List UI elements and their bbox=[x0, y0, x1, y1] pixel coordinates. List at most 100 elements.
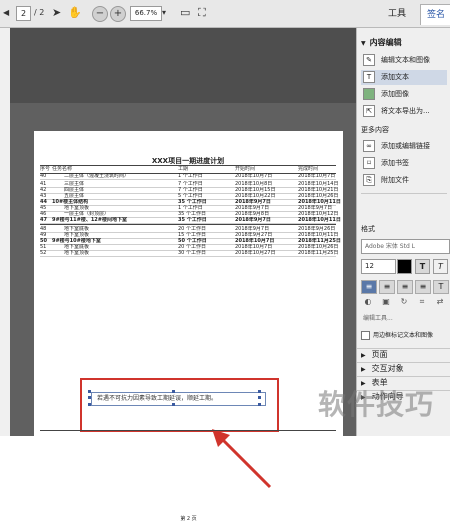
border-checkbox-row[interactable]: 用边框标记文本和图像 bbox=[361, 330, 433, 340]
resize-handle[interactable] bbox=[88, 390, 91, 393]
end-date: 2018年11月25日 bbox=[298, 250, 339, 256]
table-row: 40 二层主体（混凝土浇筑时间） 1 个工作日 2018年10月7日 2018年10月7… bbox=[40, 173, 336, 180]
add-image-item[interactable]: 添加图像 bbox=[361, 87, 447, 102]
resize-handle[interactable] bbox=[88, 403, 91, 406]
add-link-item[interactable]: ∞ 添加或编辑链接 bbox=[361, 139, 447, 154]
border-checkbox[interactable] bbox=[361, 331, 370, 340]
section-interactive-objects[interactable]: ▶ 交互对象 bbox=[357, 362, 450, 375]
section-pages[interactable]: ▶ 页面 bbox=[357, 348, 450, 361]
content-edit-title: 内容编辑 bbox=[369, 38, 402, 47]
arrange-icon[interactable]: ▣ bbox=[379, 296, 393, 308]
attach-icon: ⎘ bbox=[363, 174, 375, 186]
resize-handle[interactable] bbox=[172, 390, 175, 393]
resize-handle[interactable] bbox=[258, 390, 261, 393]
col-name-header: 任务名称 bbox=[52, 166, 73, 172]
end-date: 2018年10月11日 bbox=[298, 217, 341, 223]
highlight-box: 若遇不可抗力因素导致工期延误，顺延工期。 bbox=[80, 378, 279, 432]
task-name: 9#楼与11#楼、12#楼间地下室 bbox=[52, 217, 127, 223]
attach-file-item[interactable]: ⎘ 附加文件 bbox=[361, 173, 447, 188]
tab-tools[interactable]: 工具 bbox=[388, 6, 406, 19]
start-date: 2018年10月7日 bbox=[235, 173, 273, 179]
font-family-select[interactable]: Adobe 宋体 Std L bbox=[361, 239, 450, 254]
italic-text-icon[interactable]: T bbox=[433, 259, 448, 274]
end-date: 2018年10月7日 bbox=[298, 173, 336, 179]
panel-divider bbox=[361, 193, 447, 194]
item-label: 添加文本 bbox=[381, 73, 409, 81]
col-duration-header: 工期 bbox=[178, 166, 189, 172]
font-size-select[interactable]: 12 bbox=[361, 259, 396, 274]
page-number-input[interactable]: 2 bbox=[16, 6, 31, 21]
row-id: 40 bbox=[40, 173, 47, 179]
align-justify-icon[interactable]: ≡ bbox=[415, 280, 431, 294]
checkbox-label: 用边框标记文本和图像 bbox=[373, 332, 434, 339]
export-text-item[interactable]: ⇱ 将文本导出为... bbox=[361, 104, 447, 119]
export-icon: ⇱ bbox=[363, 105, 375, 117]
flip-icon[interactable]: ◐ bbox=[361, 296, 375, 308]
zoom-level-input[interactable]: 66.7% bbox=[130, 6, 162, 21]
col-end-header: 完成时间 bbox=[298, 166, 319, 172]
table-divider bbox=[40, 224, 336, 225]
duration: 1 个工作日 bbox=[178, 173, 203, 179]
bookmark-icon: ⌑ bbox=[363, 157, 375, 169]
col-start-header: 开始时间 bbox=[235, 166, 256, 172]
add-text-item[interactable]: T 添加文本 bbox=[361, 70, 447, 85]
annotation-textbox[interactable]: 若遇不可抗力因素导致工期延误，顺延工期。 bbox=[91, 392, 266, 406]
duration: 30 个工作日 bbox=[178, 250, 206, 256]
content-edit-section[interactable]: ▼ 内容编辑 bbox=[361, 37, 402, 48]
fit-page-icon[interactable]: ▭ bbox=[180, 6, 190, 20]
link-icon: ∞ bbox=[363, 140, 375, 152]
image-icon bbox=[363, 88, 375, 100]
bold-text-icon[interactable]: T bbox=[415, 259, 430, 274]
resize-handle[interactable] bbox=[258, 403, 261, 406]
text-color-swatch[interactable] bbox=[397, 259, 412, 274]
zoom-in-icon[interactable]: + bbox=[110, 6, 126, 22]
watermark-text: 软件技巧 bbox=[318, 388, 435, 421]
resize-handle[interactable] bbox=[258, 396, 261, 399]
section-label: 交互对象 bbox=[371, 364, 404, 373]
more-content-title: 更多内容 bbox=[361, 126, 389, 134]
align-right-icon[interactable]: ≡ bbox=[397, 280, 413, 294]
task-name: 地下室顶板 bbox=[64, 250, 90, 256]
item-label: 附加文件 bbox=[381, 176, 409, 184]
crop-icon[interactable]: ⌗ bbox=[415, 296, 429, 308]
select-cursor-icon[interactable]: ➤ bbox=[52, 6, 61, 20]
item-label: 将文本导出为... bbox=[381, 107, 430, 115]
replace-icon[interactable]: ⇄ bbox=[433, 296, 447, 308]
top-toolbar: ◀ 2 / 2 ➤ ✋ − + 66.7% ▾ ▭ ⛶ 工具 签名 bbox=[0, 0, 450, 28]
edit-text-image-item[interactable]: ✎ 编辑文本和图像 bbox=[361, 53, 447, 68]
red-arrow-icon bbox=[212, 429, 272, 489]
resize-handle[interactable] bbox=[88, 396, 91, 399]
tab-sign[interactable]: 签名 bbox=[420, 4, 450, 25]
rotate-icon[interactable]: ↻ bbox=[397, 296, 411, 308]
row-id: 47 bbox=[40, 217, 47, 223]
left-nav-strip bbox=[0, 28, 10, 436]
tools-panel: ▼ 内容编辑 ✎ 编辑文本和图像 T 添加文本 添加图像 ⇱ 将文本导出为... 更多内… bbox=[356, 28, 450, 436]
row-id: 52 bbox=[40, 250, 47, 256]
zoom-dropdown-icon[interactable]: ▾ bbox=[162, 6, 166, 20]
resize-handle[interactable] bbox=[172, 403, 175, 406]
add-bookmark-item[interactable]: ⌑ 添加书签 bbox=[361, 156, 447, 171]
task-name: 二层主体（混凝土浇筑时间） bbox=[64, 173, 130, 179]
section-label: 页面 bbox=[371, 350, 388, 359]
page-number-label: 第 2 页 bbox=[180, 516, 197, 522]
col-id-header: 序号 bbox=[40, 166, 51, 172]
page-total-label: / 2 bbox=[34, 8, 45, 17]
table-row: 52 地下室顶板 30 个工作日 2018年10月27日 2018年11月25日 bbox=[40, 250, 338, 257]
fullscreen-icon[interactable]: ⛶ bbox=[198, 6, 206, 20]
expand-triangle-icon: ▶ bbox=[361, 366, 366, 373]
hand-tool-icon[interactable]: ✋ bbox=[68, 6, 82, 20]
zoom-out-icon[interactable]: − bbox=[92, 6, 108, 22]
edit-tools-link[interactable]: 编辑工具... bbox=[363, 313, 393, 322]
table-row: 47 9#楼与11#楼、12#楼间地下室 35 个工作日 2018年9月7日 2018年… bbox=[40, 217, 341, 224]
pdf-page[interactable]: XXX项目一期进度计划 序号 任务名称 工期 开始时间 完成时间 40 二层主体（… bbox=[34, 131, 343, 522]
start-date: 2018年10月27日 bbox=[235, 250, 276, 256]
item-label: 添加书签 bbox=[381, 159, 409, 167]
prev-page-icon[interactable]: ◀ bbox=[3, 6, 9, 20]
superscript-icon[interactable]: T bbox=[433, 280, 449, 294]
page-content: XXX项目一期进度计划 序号 任务名称 工期 开始时间 完成时间 40 二层主体（… bbox=[40, 141, 341, 489]
item-label: 编辑文本和图像 bbox=[381, 56, 430, 64]
align-center-icon[interactable]: ≡ bbox=[379, 280, 395, 294]
format-title: 格式 bbox=[361, 225, 375, 233]
document-viewport[interactable]: XXX项目一期进度计划 序号 任务名称 工期 开始时间 完成时间 40 二层主体（… bbox=[10, 28, 356, 522]
align-left-icon[interactable]: ≡ bbox=[361, 280, 377, 294]
